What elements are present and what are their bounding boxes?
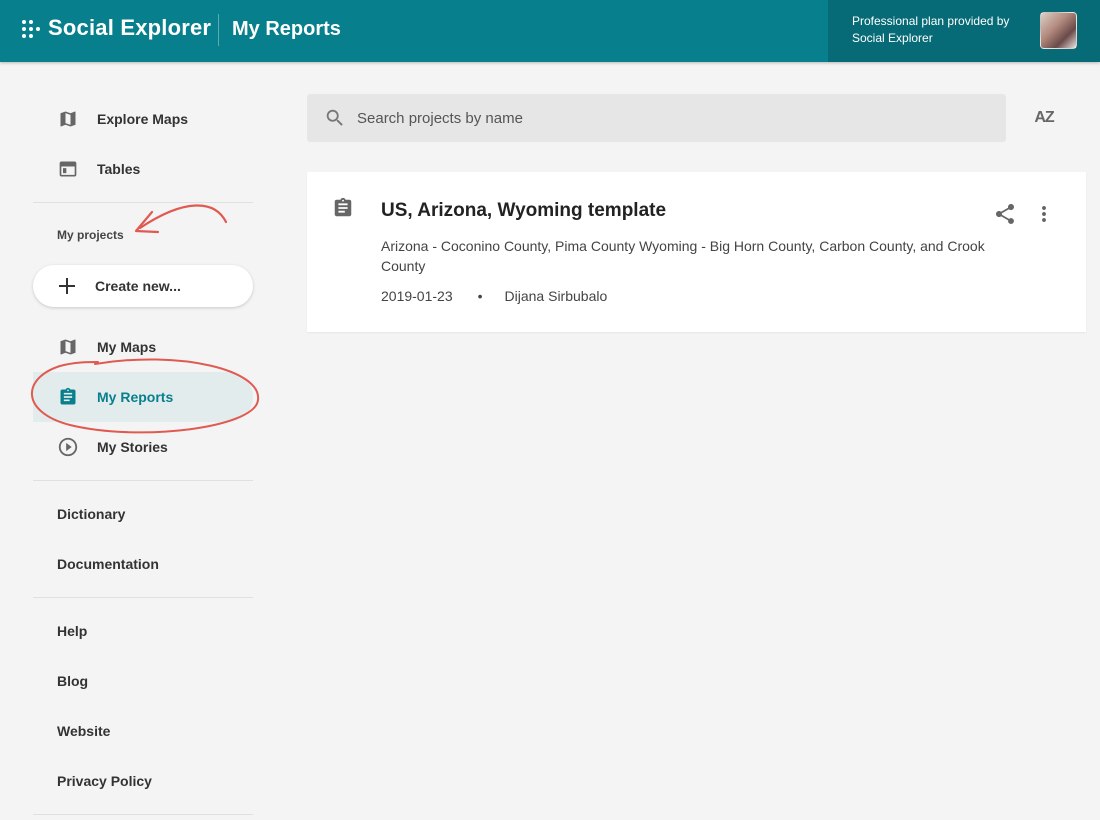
sidebar-item-label: Tables — [97, 161, 141, 177]
report-description: Arizona - Coconino County, Pima County W… — [381, 238, 985, 274]
plan-info: Professional plan provided by Social Exp… — [828, 0, 1100, 62]
search-input[interactable] — [357, 109, 957, 127]
table-icon — [57, 158, 79, 180]
report-title[interactable]: US, Arizona, Wyoming template — [381, 200, 666, 222]
sidebar-item-tables[interactable]: Tables — [33, 144, 253, 194]
sidebar-item-explore-maps[interactable]: Explore Maps — [33, 94, 253, 144]
page-title: My Reports — [232, 18, 341, 40]
meta-separator: • — [477, 288, 483, 304]
logo-text: Social Explorer — [48, 15, 212, 40]
report-meta: 2019-01-23 • Dijana Sirbubalo — [381, 288, 607, 304]
sidebar-item-label: Explore Maps — [97, 111, 189, 127]
sort-alphabetical-button[interactable]: AZ — [1030, 106, 1058, 130]
sidebar-item-label: Website — [57, 723, 111, 739]
sidebar-item-website[interactable]: Website — [33, 706, 253, 756]
plan-text: Professional plan provided by Social Exp… — [852, 14, 1010, 45]
sidebar-item-blog[interactable]: Blog — [33, 656, 253, 706]
sidebar-item-my-maps[interactable]: My Maps — [33, 322, 253, 372]
sidebar-item-label: Documentation — [57, 556, 159, 572]
sidebar-item-help[interactable]: Help — [33, 606, 253, 656]
sidebar-item-label: My Stories — [97, 439, 168, 455]
share-icon[interactable] — [993, 202, 1017, 226]
sidebar: Explore Maps Tables My projects Create n… — [0, 62, 280, 820]
report-card[interactable]: US, Arizona, Wyoming template Arizona - … — [307, 172, 1086, 332]
social-explorer-logo[interactable]: Social Explorer — [22, 14, 211, 42]
create-new-label: Create new... — [95, 278, 181, 294]
report-author: Dijana Sirbubalo — [504, 288, 608, 304]
more-vert-icon[interactable] — [1032, 202, 1056, 226]
sidebar-item-label: Privacy Policy — [57, 773, 152, 789]
sidebar-item-privacy-policy[interactable]: Privacy Policy — [33, 756, 253, 806]
logo-dots-icon — [22, 18, 42, 38]
report-date: 2019-01-23 — [381, 288, 453, 304]
sidebar-item-label: Dictionary — [57, 506, 126, 522]
section-label-my-projects: My projects — [57, 228, 124, 242]
sort-az-icon: AZ — [1034, 109, 1054, 126]
play-circle-icon — [57, 436, 79, 458]
report-icon — [332, 197, 354, 219]
sidebar-item-label: Help — [57, 623, 88, 639]
sidebar-item-my-stories[interactable]: My Stories — [33, 422, 253, 472]
sidebar-item-label: Blog — [57, 673, 89, 689]
sidebar-item-documentation[interactable]: Documentation — [33, 539, 253, 589]
map-icon — [57, 108, 79, 130]
divider — [33, 597, 253, 598]
top-app-bar: Social Explorer My Reports Professional … — [0, 0, 1100, 62]
plus-icon — [58, 277, 76, 295]
search-icon — [324, 107, 346, 129]
divider — [33, 202, 253, 203]
divider — [33, 480, 253, 481]
search-bar[interactable] — [307, 94, 1006, 142]
report-icon — [57, 386, 79, 408]
header-divider — [218, 14, 219, 46]
sidebar-item-dictionary[interactable]: Dictionary — [33, 489, 253, 539]
sidebar-item-my-reports[interactable]: My Reports — [33, 372, 253, 422]
map-icon — [57, 336, 79, 358]
divider — [33, 814, 253, 815]
avatar[interactable] — [1040, 12, 1077, 49]
sidebar-item-label: My Maps — [97, 339, 157, 355]
create-new-button[interactable]: Create new... — [33, 265, 253, 307]
sidebar-item-label: My Reports — [97, 389, 174, 405]
